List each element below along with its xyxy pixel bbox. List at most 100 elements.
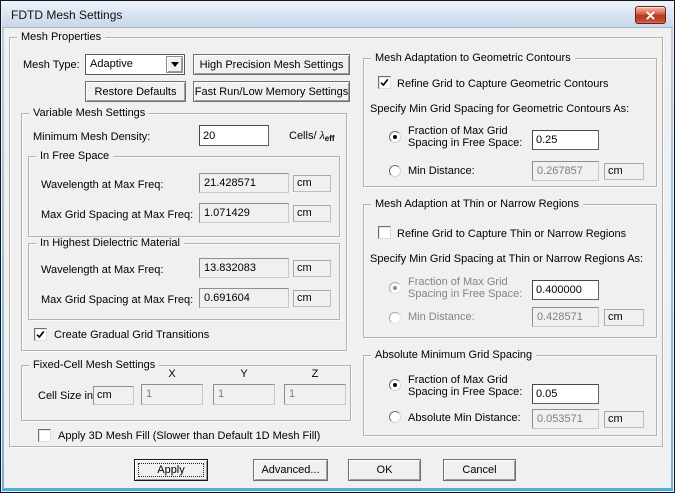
mesh-type-value: Adaptive bbox=[90, 58, 133, 70]
advanced-button-label: Advanced... bbox=[261, 464, 319, 476]
thin-specify-label: Specify Min Grid Spacing at Thin or Narr… bbox=[370, 253, 643, 265]
gradual-transitions-checkbox[interactable] bbox=[34, 328, 47, 341]
group-mesh-properties-legend: Mesh Properties bbox=[17, 31, 105, 43]
apply-button[interactable]: Apply bbox=[134, 459, 208, 481]
mesh-fill-label: Apply 3D Mesh Fill (Slower than Default … bbox=[58, 430, 320, 442]
fixed-cell-header-z: Z bbox=[284, 368, 346, 380]
contours-fraction-label-line2: Spacing in Free Space: bbox=[408, 137, 522, 149]
group-variable-mesh-legend: Variable Mesh Settings bbox=[29, 107, 149, 119]
lambda-subscript: eff bbox=[325, 134, 335, 143]
title-bar[interactable]: FDTD Mesh Settings bbox=[2, 2, 673, 28]
checkmark-icon bbox=[379, 77, 390, 88]
absmin-fraction-radio[interactable] bbox=[389, 379, 401, 391]
thin-fraction-label-line1: Fraction of Max Grid bbox=[408, 276, 508, 288]
group-thin-regions-legend: Mesh Adaption at Thin or Narrow Regions bbox=[371, 198, 583, 210]
radio-dot bbox=[393, 135, 397, 139]
contours-min-distance-unit: cm bbox=[604, 163, 644, 180]
close-button[interactable] bbox=[635, 6, 666, 24]
absmin-distance-unit: cm bbox=[604, 411, 644, 428]
fast-run-button[interactable]: Fast Run/Low Memory Settings bbox=[193, 81, 350, 102]
thin-fraction-input[interactable] bbox=[532, 280, 599, 300]
min-mesh-density-units: Cells/ λeff bbox=[289, 129, 335, 145]
window-border-left bbox=[2, 28, 4, 488]
absmin-fraction-label-line1: Fraction of Max Grid bbox=[408, 374, 508, 386]
fs-maxgrid-value: 1.071429 bbox=[199, 203, 289, 223]
high-precision-button[interactable]: High Precision Mesh Settings bbox=[193, 54, 350, 75]
absmin-distance-field: 0.053571 bbox=[532, 409, 599, 429]
fixed-cell-header-x: X bbox=[141, 368, 203, 380]
group-dielectric: In Highest Dielectric Material bbox=[28, 243, 340, 320]
fs-wavelength-label: Wavelength at Max Freq: bbox=[41, 179, 163, 191]
high-precision-button-label: High Precision Mesh Settings bbox=[200, 59, 344, 71]
checkmark-icon bbox=[35, 329, 46, 340]
cell-size-z-field: 1 bbox=[284, 384, 346, 405]
thin-min-distance-unit: cm bbox=[604, 309, 644, 326]
mesh-type-select[interactable]: Adaptive bbox=[85, 54, 185, 75]
restore-defaults-button[interactable]: Restore Defaults bbox=[85, 81, 186, 102]
min-mesh-density-input[interactable] bbox=[199, 125, 269, 146]
fast-run-button-label: Fast Run/Low Memory Settings bbox=[195, 86, 348, 98]
absmin-fraction-input[interactable] bbox=[532, 384, 599, 404]
units-prefix: Cells/ bbox=[289, 130, 317, 142]
contours-min-distance-radio[interactable] bbox=[389, 165, 401, 177]
mesh-type-dropdown-button[interactable] bbox=[166, 56, 183, 73]
mesh-fill-checkbox[interactable] bbox=[38, 429, 51, 442]
group-absolute-min-legend: Absolute Minimum Grid Spacing bbox=[371, 349, 536, 361]
cell-size-y-field: 1 bbox=[213, 384, 275, 405]
di-maxgrid-label: Max Grid Spacing at Max Freq: bbox=[41, 294, 193, 306]
thin-refine-label: Refine Grid to Capture Thin or Narrow Re… bbox=[397, 228, 626, 240]
apply-button-label: Apply bbox=[157, 464, 185, 476]
cell-size-unit-field: cm bbox=[93, 386, 134, 405]
thin-min-distance-radio bbox=[389, 312, 401, 324]
absmin-distance-label: Absolute Min Distance: bbox=[408, 412, 521, 424]
mesh-type-label: Mesh Type: bbox=[23, 59, 80, 71]
restore-defaults-button-label: Restore Defaults bbox=[95, 86, 177, 98]
fs-wavelength-value: 21.428571 bbox=[199, 173, 289, 193]
di-maxgrid-unit: cm bbox=[293, 290, 331, 307]
fs-maxgrid-unit: cm bbox=[293, 205, 331, 222]
cancel-button-label: Cancel bbox=[462, 464, 496, 476]
di-wavelength-value: 13.832083 bbox=[199, 258, 289, 278]
window-border-bottom bbox=[2, 488, 673, 491]
advanced-button[interactable]: Advanced... bbox=[253, 459, 328, 481]
cell-size-label: Cell Size in bbox=[38, 390, 93, 402]
contours-min-distance-label: Min Distance: bbox=[408, 165, 475, 177]
cell-size-x-field: 1 bbox=[141, 384, 203, 405]
close-icon bbox=[646, 11, 655, 20]
fs-maxgrid-label: Max Grid Spacing at Max Freq: bbox=[41, 209, 193, 221]
ok-button[interactable]: OK bbox=[348, 459, 421, 481]
fixed-cell-header-y: Y bbox=[213, 368, 275, 380]
gradual-transitions-label: Create Gradual Grid Transitions bbox=[54, 329, 209, 341]
contours-min-distance-field: 0.267857 bbox=[532, 161, 599, 181]
group-dielectric-legend: In Highest Dielectric Material bbox=[36, 237, 184, 249]
di-maxgrid-value: 0.691604 bbox=[199, 288, 289, 308]
ok-button-label: OK bbox=[377, 464, 393, 476]
group-free-space-legend: In Free Space bbox=[36, 150, 113, 162]
group-fixed-cell-legend: Fixed-Cell Mesh Settings bbox=[29, 359, 159, 371]
thin-refine-checkbox[interactable] bbox=[378, 226, 391, 239]
thin-min-distance-label: Min Distance: bbox=[408, 311, 475, 323]
contours-fraction-label-line1: Fraction of Max Grid bbox=[408, 125, 508, 137]
chevron-down-icon bbox=[171, 62, 179, 67]
absmin-fraction-label-line2: Spacing in Free Space: bbox=[408, 386, 522, 398]
fdtd-mesh-settings-dialog: FDTD Mesh Settings Mesh Properties Mesh … bbox=[0, 0, 675, 493]
thin-fraction-radio bbox=[389, 282, 401, 294]
min-mesh-density-label: Minimum Mesh Density: bbox=[33, 131, 150, 143]
contours-fraction-input[interactable] bbox=[532, 130, 599, 150]
radio-dot bbox=[393, 286, 397, 290]
cancel-button[interactable]: Cancel bbox=[443, 459, 516, 481]
thin-min-distance-field: 0.428571 bbox=[532, 307, 599, 327]
contours-specify-label: Specify Min Grid Spacing for Geometric C… bbox=[370, 103, 629, 115]
group-free-space: In Free Space bbox=[28, 156, 340, 237]
contours-refine-checkbox[interactable] bbox=[378, 76, 391, 89]
thin-fraction-label-line2: Spacing in Free Space: bbox=[408, 288, 522, 300]
group-contours-legend: Mesh Adaptation to Geometric Contours bbox=[371, 52, 575, 64]
fs-wavelength-unit: cm bbox=[293, 175, 331, 192]
window-border-right bbox=[671, 28, 673, 488]
window-title: FDTD Mesh Settings bbox=[11, 8, 122, 22]
radio-dot bbox=[393, 383, 397, 387]
di-wavelength-unit: cm bbox=[293, 260, 331, 277]
absmin-distance-radio[interactable] bbox=[389, 411, 401, 423]
contours-fraction-radio[interactable] bbox=[389, 131, 401, 143]
di-wavelength-label: Wavelength at Max Freq: bbox=[41, 264, 163, 276]
